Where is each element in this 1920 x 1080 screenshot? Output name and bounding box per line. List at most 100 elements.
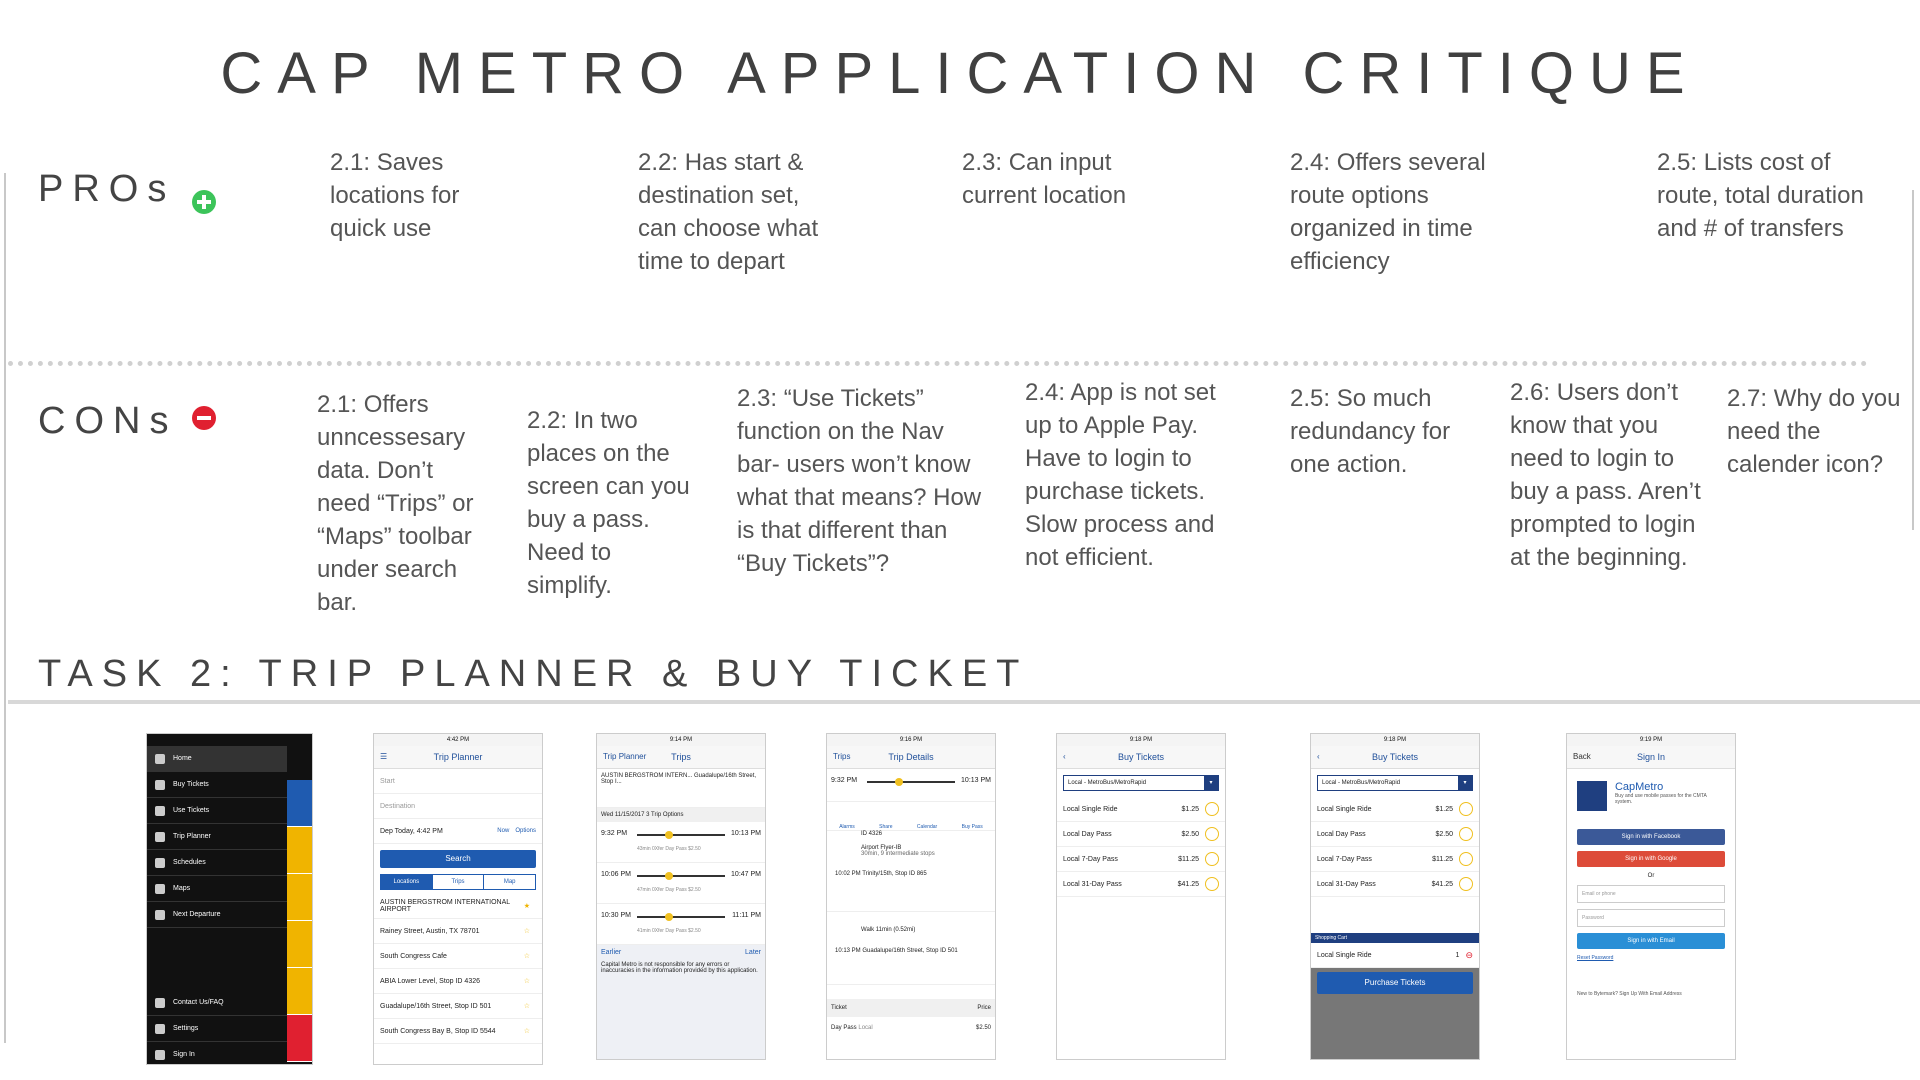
tab-locations[interactable]: Locations [381,875,433,889]
map-shortcut[interactable] [287,921,312,968]
minus-icon [192,406,216,430]
add-icon[interactable] [1459,877,1473,891]
email-signin-button[interactable]: Sign in with Email [1577,933,1725,949]
page-title: CAP METRO APPLICATION CRITIQUE [220,41,1700,106]
route-shortcut[interactable] [287,827,312,874]
location-item[interactable]: South Congress Bay B, Stop ID 5544 ☆ [374,1019,542,1044]
menu-item-sign-in[interactable]: Sign In [147,1042,287,1064]
con-note: 2.1: Offers unncessesary data. Don’t nee… [317,391,474,616]
left-divider [4,173,6,1043]
fare-type-select[interactable]: Local - MetroBus/MetroRapid ▾ [1317,775,1473,791]
menu-item-contact[interactable]: Contact Us/FAQ [147,990,287,1016]
ticket-item[interactable]: Local Single Ride $1.25 [1311,797,1479,822]
menu-icon[interactable]: ☰ [380,746,387,768]
back-icon[interactable]: ‹ [1063,746,1066,768]
start-field[interactable]: Start [374,769,542,794]
add-icon[interactable] [1459,802,1473,816]
planner-tabs: Locations Trips Map [380,874,536,890]
ticket-item[interactable]: Local 7-Day Pass $11.25 [1311,847,1479,872]
location-item[interactable]: South Congress Cafe ☆ [374,944,542,969]
earlier-button[interactable]: Earlier [601,949,621,956]
menu-item-home[interactable]: Home [147,746,287,772]
bus-icon [155,909,165,920]
menu-item-schedules[interactable]: Schedules [147,850,287,876]
pro-note: 2.3: Can input current location [962,149,1127,209]
cart-item: Local Single Ride 1 ⊖ [1311,943,1479,968]
menu-item-next-departure[interactable]: Next Departure [147,902,287,928]
add-icon[interactable] [1205,852,1219,866]
share-button[interactable]: Share [879,824,892,830]
location-item[interactable]: Guadalupe/16th Street, Stop ID 501 ☆ [374,994,542,1019]
reset-password-link[interactable]: Reset Password [1577,955,1725,961]
clock-shortcut[interactable] [287,874,312,921]
trip-planner-navbar: ☰ Trip Planner [374,746,542,769]
buy-pass-button[interactable]: Buy Pass [962,824,983,830]
remove-icon[interactable]: ⊖ [1465,950,1473,961]
pro-note: 2.5: Lists cost of route, total duration… [1657,149,1864,242]
back-button[interactable]: Back [1573,746,1591,768]
add-icon[interactable] [1459,827,1473,841]
tab-map[interactable]: Map [484,875,535,889]
location-item[interactable]: Rainey Street, Austin, TX 78701 ☆ [374,919,542,944]
ticket-item[interactable]: Local Day Pass $2.50 [1057,822,1225,847]
right-divider [1912,190,1914,530]
route-summary: AUSTIN BERGSTROM INTERN... Guadalupe/16t… [597,769,765,808]
later-button[interactable]: Later [745,949,761,956]
menu-item-settings[interactable]: Settings [147,1016,287,1042]
back-icon[interactable]: ‹ [1317,746,1320,768]
password-field[interactable]: Password [1577,909,1725,927]
buy-tickets-screenshot: 9:18 PM ‹ Buy Tickets Local - MetroBus/M… [1056,733,1226,1060]
ticket-item[interactable]: Local 31-Day Pass $41.25 [1311,872,1479,897]
back-button[interactable]: Trip Planner [603,746,646,768]
add-icon[interactable] [1459,852,1473,866]
disclaimer: Capital Metro is not responsible for any… [601,962,758,974]
alarm-button[interactable]: Alarms [839,824,855,830]
google-signin-button[interactable]: Sign in with Google [1577,851,1725,867]
add-icon[interactable] [1205,827,1219,841]
add-icon[interactable] [1205,802,1219,816]
bus-shortcut[interactable] [287,968,312,1015]
depart-time[interactable]: Dep Today, 4:42 PM Now Options [374,819,542,844]
route-leg[interactable]: Airport Flyer-IB 30min, 9 intermediate s… [827,845,995,871]
cart-shortcut[interactable] [287,780,312,827]
alert-shortcut[interactable] [287,1015,312,1062]
ticket-item[interactable]: Local Day Pass $2.50 [1311,822,1479,847]
pro-note: 2.4: Offers several route options organi… [1290,149,1486,275]
trip-option[interactable]: 10:06 PM 10:47 PM 47min 0Xfer Day Pass $… [597,863,765,904]
chevron-down-icon: ▾ [1204,776,1218,790]
menu-screenshot: Home Buy Tickets Use Tickets Trip Planne… [146,733,313,1065]
task-title: TASK 2: TRIP PLANNER & BUY TICKET [38,653,1029,695]
trips-navbar: Trip Planner Trips [597,746,765,769]
menu-item-use-tickets[interactable]: Use Tickets [147,798,287,824]
location-item[interactable]: AUSTIN BERGSTROM INTERNATIONAL AIRPORT ★ [374,894,542,919]
con-note: 2.5: So much redundancy for one action. [1290,385,1451,478]
facebook-signin-button[interactable]: Sign in with Facebook [1577,829,1725,845]
sign-in-icon [155,1049,165,1060]
back-button[interactable]: Trips [833,746,850,768]
tab-trips[interactable]: Trips [433,875,485,889]
menu-item-buy-tickets[interactable]: Buy Tickets [147,772,287,798]
plus-icon [192,190,216,214]
add-icon[interactable] [1205,877,1219,891]
trip-option[interactable]: 10:30 PM 11:11 PM 41min 0Xfer Day Pass $… [597,904,765,945]
email-field[interactable]: Email or phone [1577,885,1725,903]
menu-item-trip-planner[interactable]: Trip Planner [147,824,287,850]
location-item[interactable]: ABIA Lower Level, Stop ID 4326 ☆ [374,969,542,994]
purchase-button[interactable]: Purchase Tickets [1317,972,1473,994]
walk-leg[interactable]: Walk 11min (0.52mi) [827,912,995,948]
shopping-cart-screenshot: 9:18 PM ‹ Buy Tickets Local - MetroBus/M… [1310,733,1480,1060]
con-note: 2.7: Why do you need the calender icon? [1727,385,1901,478]
calendar-button[interactable]: Calendar [917,824,937,830]
fare-type-select[interactable]: Local - MetroBus/MetroRapid ▾ [1063,775,1219,791]
ticket-item[interactable]: Local 7-Day Pass $11.25 [1057,847,1225,872]
ticket-item[interactable]: Local Single Ride $1.25 [1057,797,1225,822]
ticket-item[interactable]: Local 31-Day Pass $41.25 [1057,872,1225,897]
menu-item-maps[interactable]: Maps [147,876,287,902]
ticket-row[interactable]: Day Pass Local $2.50 [827,1017,995,1039]
destination-field[interactable]: Destination [374,794,542,819]
signup-link[interactable]: New to Bytemark? Sign Up With Email Addr… [1577,991,1725,997]
trips-screenshot: 9:14 PM Trip Planner Trips AUSTIN BERGST… [596,733,766,1060]
trip-option[interactable]: 9:32 PM 10:13 PM 43min 0Xfer Day Pass $2… [597,822,765,863]
map-icon [155,883,165,894]
search-button[interactable]: Search [380,850,536,868]
